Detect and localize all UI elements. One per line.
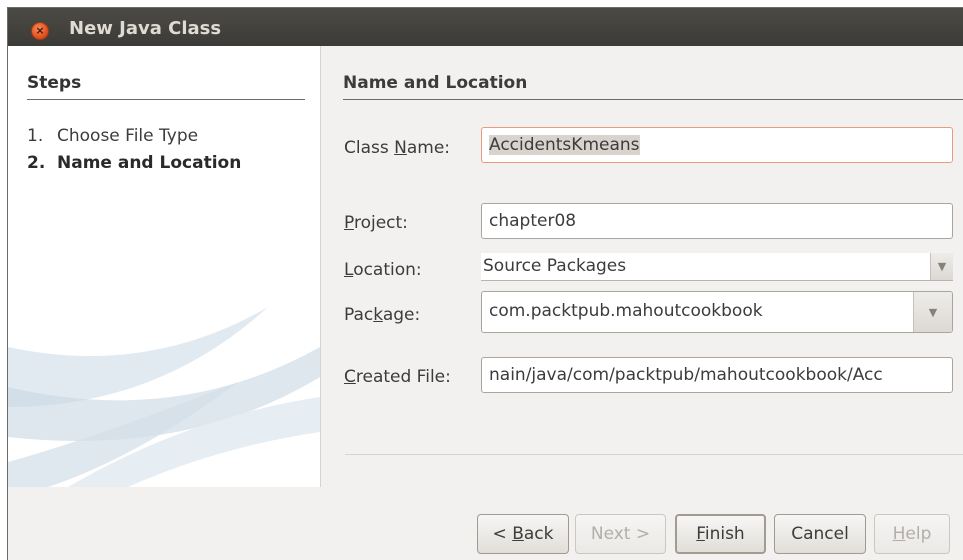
cancel-button[interactable]: Cancel: [774, 514, 866, 554]
package-label: Package:: [344, 305, 421, 325]
created-file-label: Created File:: [344, 367, 451, 387]
main-panel: Name and Location Class Name: AccidentsK…: [321, 46, 963, 487]
step-number: 1.: [27, 126, 44, 146]
created-file-value: nain/java/com/packtpub/mahoutcookbook/Ac…: [489, 365, 883, 385]
wizard-decoration-graphic: [8, 307, 320, 487]
chevron-down-icon[interactable]: ▼: [913, 292, 952, 332]
project-value: chapter08: [489, 211, 577, 231]
class-name-label: Class Name:: [344, 138, 451, 158]
button-bar: < Back Next > Finish Cancel Help: [8, 487, 963, 560]
steps-heading: Steps: [27, 73, 305, 100]
class-name-input[interactable]: AccidentsKmeans: [481, 127, 953, 163]
step-choose-file-type: 1. Choose File Type: [27, 126, 198, 146]
created-file-field[interactable]: nain/java/com/packtpub/mahoutcookbook/Ac…: [481, 357, 953, 393]
finish-button[interactable]: Finish: [675, 514, 766, 554]
close-icon[interactable]: ×: [31, 22, 49, 40]
title-bar: × New Java Class: [8, 8, 963, 46]
step-label: Choose File Type: [57, 126, 199, 146]
project-label: Project:: [344, 213, 408, 233]
window-title: New Java Class: [69, 18, 222, 39]
next-button[interactable]: Next >: [575, 514, 666, 554]
help-button[interactable]: Help: [874, 514, 950, 554]
back-button[interactable]: < Back: [477, 514, 569, 554]
location-label: Location:: [344, 260, 422, 280]
project-field[interactable]: chapter08: [481, 203, 953, 239]
class-name-value: AccidentsKmeans: [489, 135, 640, 155]
step-label: Name and Location: [57, 153, 242, 173]
steps-panel: Steps 1. Choose File Type 2. Name and Loca…: [8, 46, 321, 487]
chevron-down-icon[interactable]: ▼: [930, 253, 953, 280]
location-dropdown[interactable]: Source Packages ▼: [481, 253, 953, 281]
package-value: com.packtpub.mahoutcookbook: [489, 301, 763, 321]
package-dropdown[interactable]: com.packtpub.mahoutcookbook ▼: [481, 291, 953, 333]
dialog-window: × New Java Class Steps 1. Choose File Typ…: [7, 7, 963, 560]
location-value: Source Packages: [483, 256, 627, 276]
step-name-and-location: 2. Name and Location: [27, 153, 241, 173]
step-number: 2.: [27, 153, 46, 173]
separator: [345, 454, 963, 455]
panel-heading: Name and Location: [343, 73, 963, 100]
